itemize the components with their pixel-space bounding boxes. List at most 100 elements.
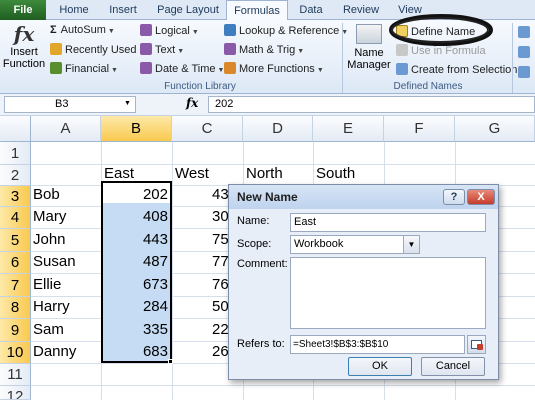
- row-header-3[interactable]: 3: [0, 186, 31, 207]
- column-header-g[interactable]: G: [455, 116, 535, 142]
- tab-view[interactable]: View: [390, 0, 430, 20]
- remove-arrows-icon[interactable]: [518, 66, 530, 78]
- name-input[interactable]: East: [290, 213, 486, 232]
- row-header-1[interactable]: 1: [0, 142, 31, 165]
- column-header-b[interactable]: B: [101, 116, 172, 142]
- cell-b2[interactable]: East: [104, 165, 134, 182]
- cell-a5[interactable]: John: [33, 231, 66, 248]
- insert-function-fx-icon[interactable]: fx: [186, 96, 198, 110]
- define-name-button[interactable]: Define Name: [396, 25, 475, 38]
- cell-a6[interactable]: Susan: [33, 253, 76, 270]
- cell-c9[interactable]: 22: [212, 321, 229, 338]
- trace-icon[interactable]: [518, 46, 530, 58]
- more-functions-button[interactable]: More Functions ▼: [224, 62, 324, 75]
- column-header-a[interactable]: A: [31, 116, 101, 142]
- column-header-e[interactable]: E: [313, 116, 384, 142]
- column-header-f[interactable]: F: [384, 116, 455, 142]
- name-box-dropdown-icon[interactable]: ▼: [124, 100, 131, 107]
- cell-d2[interactable]: North: [246, 165, 283, 182]
- math-trig-button[interactable]: Math & Trig ▼: [224, 43, 304, 56]
- formula-bar: B3 ▼ fx 202: [0, 94, 535, 116]
- new-name-dialog: New Name ? X Name: East Scope: Workbook …: [228, 184, 499, 380]
- collapse-dialog-button[interactable]: [467, 335, 486, 354]
- define-name-icon: [396, 25, 408, 37]
- sigma-icon: Σ: [50, 24, 57, 36]
- financial-icon: [50, 62, 62, 74]
- cell-c5[interactable]: 75: [212, 231, 229, 248]
- name-manager-button[interactable]: Name Manager: [346, 24, 392, 80]
- logical-button[interactable]: Logical ▼: [140, 24, 199, 37]
- formula-input[interactable]: 202: [208, 96, 535, 113]
- insert-function-button[interactable]: fx Insert Function: [2, 22, 46, 78]
- row-header-4[interactable]: 4: [0, 207, 31, 229]
- autosum-button[interactable]: Σ AutoSum ▼: [50, 24, 115, 36]
- row-header-11[interactable]: 11: [0, 364, 31, 386]
- cell-c2[interactable]: West: [175, 165, 209, 182]
- cell-b5[interactable]: 443: [104, 231, 168, 248]
- help-button[interactable]: ?: [443, 189, 465, 205]
- create-from-selection-button[interactable]: Create from Selection: [396, 63, 517, 76]
- row-header-9[interactable]: 9: [0, 319, 31, 342]
- date-time-button[interactable]: Date & Time ▼: [140, 62, 224, 75]
- cell-b3[interactable]: 202: [104, 186, 168, 203]
- cell-a7[interactable]: Ellie: [33, 276, 61, 293]
- lookup-reference-button[interactable]: Lookup & Reference ▼: [224, 24, 348, 37]
- recently-used-button[interactable]: Recently Used▼: [50, 43, 145, 56]
- chevron-down-icon[interactable]: ▼: [403, 236, 419, 253]
- cell-a8[interactable]: Harry: [33, 298, 70, 315]
- row-header-2[interactable]: 2: [0, 165, 31, 186]
- tab-file[interactable]: File: [0, 0, 46, 20]
- comment-label: Comment:: [237, 258, 288, 270]
- cell-c3[interactable]: 43: [212, 186, 229, 203]
- ribbon: fx Insert Function Σ AutoSum ▼ Recently Us…: [0, 20, 535, 94]
- tab-insert[interactable]: Insert: [100, 0, 146, 20]
- cell-c6[interactable]: 77: [212, 253, 229, 270]
- cell-c7[interactable]: 76: [212, 276, 229, 293]
- row-header-5[interactable]: 5: [0, 229, 31, 252]
- ok-button[interactable]: OK: [348, 357, 412, 376]
- cancel-button[interactable]: Cancel: [421, 357, 485, 376]
- cell-b7[interactable]: 673: [104, 276, 168, 293]
- insert-function-label-1: Insert: [10, 46, 38, 58]
- ribbon-tabs: File Home Insert Page Layout Formulas Da…: [0, 0, 535, 21]
- column-header-c[interactable]: C: [172, 116, 243, 142]
- cell-a9[interactable]: Sam: [33, 321, 64, 338]
- cell-b4[interactable]: 408: [104, 208, 168, 225]
- tab-formulas[interactable]: Formulas: [226, 0, 288, 21]
- scope-value: Workbook: [294, 238, 344, 250]
- financial-button[interactable]: Financial ▼: [50, 62, 118, 75]
- cell-b10[interactable]: 683: [104, 343, 168, 360]
- cell-b9[interactable]: 335: [104, 321, 168, 338]
- name-box[interactable]: B3: [4, 96, 136, 113]
- refers-to-input[interactable]: =Sheet3!$B$3:$B$10: [290, 335, 465, 354]
- cell-b8[interactable]: 284: [104, 298, 168, 315]
- cell-e2[interactable]: South: [316, 165, 355, 182]
- row-header-6[interactable]: 6: [0, 252, 31, 274]
- cell-c4[interactable]: 30: [212, 208, 229, 225]
- cell-a4[interactable]: Mary: [33, 208, 66, 225]
- use-in-formula-button[interactable]: Use in Formula: [396, 44, 486, 57]
- fill-handle[interactable]: [168, 359, 173, 364]
- cell-a10[interactable]: Danny: [33, 343, 76, 360]
- formula-auditing-icon[interactable]: [518, 26, 530, 38]
- cell-c10[interactable]: 26: [212, 343, 229, 360]
- comment-textarea[interactable]: [290, 257, 486, 329]
- row-header-8[interactable]: 8: [0, 297, 31, 319]
- row-header-10[interactable]: 10: [0, 342, 31, 364]
- tab-home[interactable]: Home: [50, 0, 98, 20]
- scope-label: Scope:: [237, 238, 272, 250]
- cell-b6[interactable]: 487: [104, 253, 168, 270]
- text-button[interactable]: Text ▼: [140, 43, 184, 56]
- row-header-7[interactable]: 7: [0, 274, 31, 297]
- column-header-d[interactable]: D: [243, 116, 313, 142]
- tab-page-layout[interactable]: Page Layout: [150, 0, 226, 20]
- close-button[interactable]: X: [467, 189, 495, 205]
- row-header-12[interactable]: 12: [0, 386, 31, 400]
- scope-select[interactable]: Workbook ▼: [290, 235, 420, 254]
- select-all-corner[interactable]: [0, 116, 31, 142]
- cell-c8[interactable]: 50: [212, 298, 229, 315]
- dialog-titlebar[interactable]: New Name ? X: [229, 185, 498, 209]
- cell-a3[interactable]: Bob: [33, 186, 60, 203]
- tab-data[interactable]: Data: [292, 0, 330, 20]
- tab-review[interactable]: Review: [338, 0, 384, 20]
